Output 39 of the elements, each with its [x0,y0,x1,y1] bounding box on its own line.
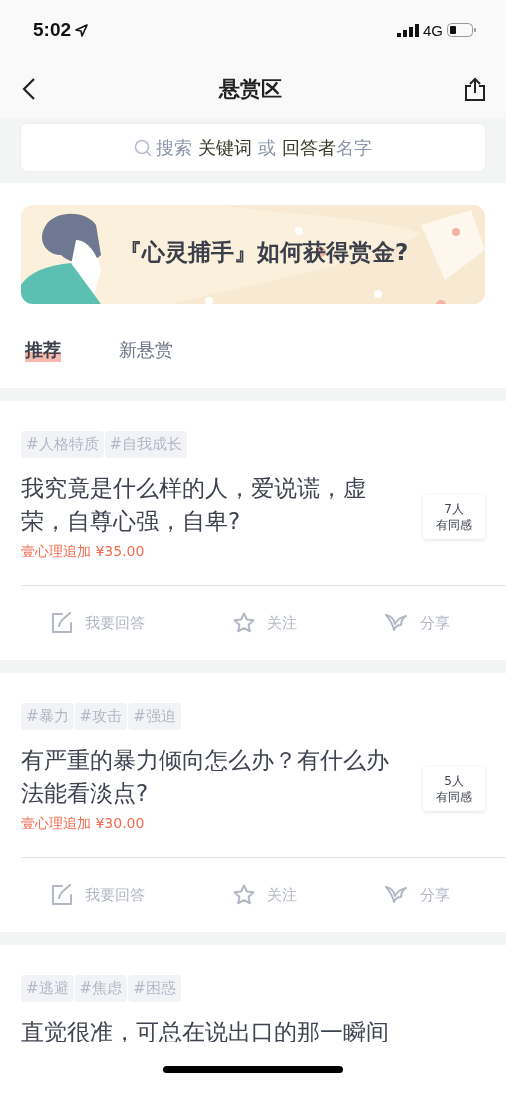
share-icon [384,612,408,634]
tag-chip[interactable]: #攻击 [74,703,128,730]
signal-icon [397,23,419,37]
tag-chip[interactable]: #强迫 [128,703,181,730]
network-label: 4G [423,21,443,39]
tag-chip[interactable]: #逃避 [21,975,74,1002]
tab[interactable]: 推荐 [25,338,61,362]
tag-chip[interactable]: #焦虑 [74,975,128,1002]
banner-title: 『心灵捕手』如何获得赏金? [119,238,409,267]
action-button[interactable]: 关注 [232,608,297,638]
search-field[interactable]: 搜索 关键词 或 回答者名字 [21,124,485,171]
reward-text: 壹心理追加 ¥30.00 [21,815,146,833]
edit-icon [51,612,73,634]
reward-text: 壹心理追加 ¥35.00 [21,543,146,561]
location-icon [75,23,89,37]
star-icon [232,884,255,906]
page-title: 悬赏区 [218,76,282,103]
action-button[interactable]: 分享 [384,880,450,910]
battery-icon [447,23,476,37]
empathy-badge[interactable]: 7人 有同感 [423,494,485,539]
tag-chip[interactable]: #困惑 [128,975,181,1002]
empathy-badge[interactable]: 5人 有同感 [423,766,485,811]
status-time: 5:02 [33,19,72,41]
share-button[interactable] [462,75,488,103]
edit-icon [51,884,73,906]
tag-chip[interactable]: #暴力 [21,703,74,730]
action-button[interactable]: 我要回答 [51,608,145,638]
question-title[interactable]: 我究竟是什么样的人，爱说谎，虚荣，自尊心强，自卑? [21,472,423,538]
star-icon [232,612,255,634]
tab[interactable]: 新悬赏 [119,338,173,362]
action-button[interactable]: 我要回答 [51,880,145,910]
promo-banner[interactable]: 『心灵捕手』如何获得赏金? [21,205,485,304]
search-icon [134,138,153,157]
action-button[interactable]: 关注 [232,880,297,910]
action-button[interactable]: 分享 [384,608,450,638]
share-icon [384,884,408,906]
tag-chip[interactable]: #自我成长 [104,431,188,458]
question-title[interactable]: 有严重的暴力倾向怎么办？有什么办法能看淡点? [21,744,423,810]
tag-chip[interactable]: #人格特质 [21,431,104,458]
